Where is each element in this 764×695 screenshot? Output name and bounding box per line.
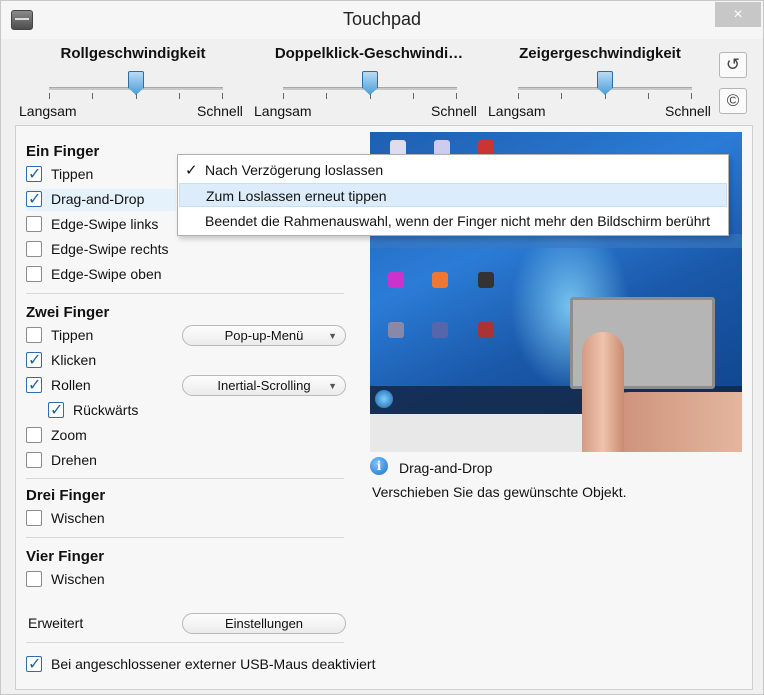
doubleclick-speed-slider-group: Doppelklick-Geschwindi… Langsam Schnell [251,45,487,121]
info-description: Verschieben Sie das gewünschte Objekt. [372,484,627,500]
window-title: Touchpad [342,9,422,29]
option-label: Bei angeschlossener externer USB-Maus de… [51,656,376,672]
option-label: Zoom [51,427,87,443]
divider [26,537,344,538]
checkbox[interactable] [26,164,42,184]
scroll-speed-thumb[interactable] [128,71,144,95]
slider-low-label: Langsam [488,103,546,119]
checkbox[interactable] [48,400,64,420]
advanced-label: Erweitert [28,615,84,631]
menu-item-label: Nach Verzögerung loslassen [205,162,384,178]
edge-swipe-top-option[interactable]: Edge-Swipe oben [26,264,186,286]
menu-item-end-on-lift[interactable]: Beendet die Rahmenauswahl, wenn der Fing… [179,209,727,233]
checkbox[interactable] [26,189,42,209]
pointer-speed-slider-group: Zeigergeschwindigkeit Langsam Schnell [487,45,713,121]
edge-swipe-right-option[interactable]: Edge-Swipe rechts [26,239,186,261]
copyright-icon: © [726,91,740,110]
reverse-scroll-option[interactable]: Rückwärts [48,400,198,422]
title-bar[interactable]: Touchpad × [1,1,763,39]
one-finger-drag-drop-option[interactable]: Drag-and-Drop [26,189,176,211]
slider-title: Doppelklick-Geschwindi… [274,45,464,62]
usb-mouse-disable-option[interactable]: Bei angeschlossener externer USB-Maus de… [26,654,406,676]
slider-high-label: Schnell [431,103,477,119]
checkbox[interactable] [26,266,42,282]
divider [26,293,344,294]
four-finger-swipe-option[interactable]: Wischen [26,569,176,591]
option-label: Edge-Swipe rechts [51,241,169,257]
checkbox[interactable] [26,216,42,232]
two-finger-click-option[interactable]: Klicken [26,350,176,372]
option-label: Drehen [51,452,97,468]
option-label: Rückwärts [73,402,139,418]
divider [26,642,344,643]
slider-low-label: Langsam [19,103,77,119]
three-finger-swipe-option[interactable]: Wischen [26,508,176,530]
zoom-option[interactable]: Zoom [26,425,176,447]
option-label: Wischen [51,510,105,526]
checkbox[interactable] [26,452,42,468]
close-button[interactable]: × [715,2,761,27]
select-value: Pop-up-Menü [224,328,304,343]
slider-title: Zeigergeschwindigkeit [519,45,681,62]
about-button[interactable]: © [719,88,747,114]
menu-item-label: Zum Loslassen erneut tippen [206,188,387,204]
one-finger-tap-option[interactable]: Tippen [26,164,176,186]
drag-drop-options-menu: ✓ Nach Verzögerung loslassen Zum Loslass… [177,154,729,236]
checkbox[interactable] [26,375,42,395]
option-label: Tippen [51,166,94,182]
info-title: Drag-and-Drop [399,460,493,476]
chevron-down-icon: ▼ [328,381,337,391]
section-two-finger-title: Zwei Finger [26,304,110,321]
menu-item-release-after-delay[interactable]: ✓ Nach Verzögerung loslassen [179,158,727,182]
section-four-finger-title: Vier Finger [26,548,105,565]
chevron-down-icon: ▼ [328,331,337,341]
two-finger-scroll-select[interactable]: Inertial-Scrolling ▼ [182,375,346,396]
option-label: Rollen [51,377,91,393]
checkbox[interactable] [26,327,42,343]
info-icon: i [370,457,388,475]
doubleclick-speed-thumb[interactable] [362,71,378,95]
reset-icon: ↺ [725,55,741,74]
section-one-finger-title: Ein Finger [26,143,100,160]
two-finger-scroll-option[interactable]: Rollen [26,375,176,397]
option-label: Edge-Swipe oben [51,266,162,282]
menu-item-tap-to-release[interactable]: Zum Loslassen erneut tippen [179,183,727,207]
check-icon: ✓ [185,162,198,179]
checkbox[interactable] [26,510,42,526]
option-label: Klicken [51,352,97,368]
divider [26,478,344,479]
checkbox[interactable] [26,350,42,370]
slider-high-label: Schnell [665,103,711,119]
edge-swipe-left-option[interactable]: Edge-Swipe links [26,214,186,236]
touchpad-window: Touchpad × Rollgeschwindigkeit Langsam S… [0,0,764,695]
option-label: Drag-and-Drop [51,191,145,207]
pointer-speed-thumb[interactable] [597,71,613,95]
slider-low-label: Langsam [254,103,312,119]
checkbox[interactable] [26,571,42,587]
slider-high-label: Schnell [197,103,243,119]
slider-title: Rollgeschwindigkeit [60,45,206,62]
menu-item-label: Beendet die Rahmenauswahl, wenn der Fing… [205,213,711,229]
select-value: Inertial-Scrolling [217,378,311,393]
option-label: Edge-Swipe links [51,216,159,232]
section-three-finger-title: Drei Finger [26,487,106,504]
rotate-option[interactable]: Drehen [26,450,176,472]
option-label: Tippen [51,327,94,343]
checkbox[interactable] [26,241,42,257]
advanced-settings-button[interactable]: Einstellungen [182,613,346,634]
checkbox[interactable] [26,427,42,443]
checkbox[interactable] [26,654,42,674]
option-label: Wischen [51,571,105,587]
reset-defaults-button[interactable]: ↺ [719,52,747,78]
two-finger-tap-option[interactable]: Tippen [26,325,176,347]
scroll-speed-slider-group: Rollgeschwindigkeit Langsam Schnell [15,45,251,121]
two-finger-tap-select[interactable]: Pop-up-Menü ▼ [182,325,346,346]
